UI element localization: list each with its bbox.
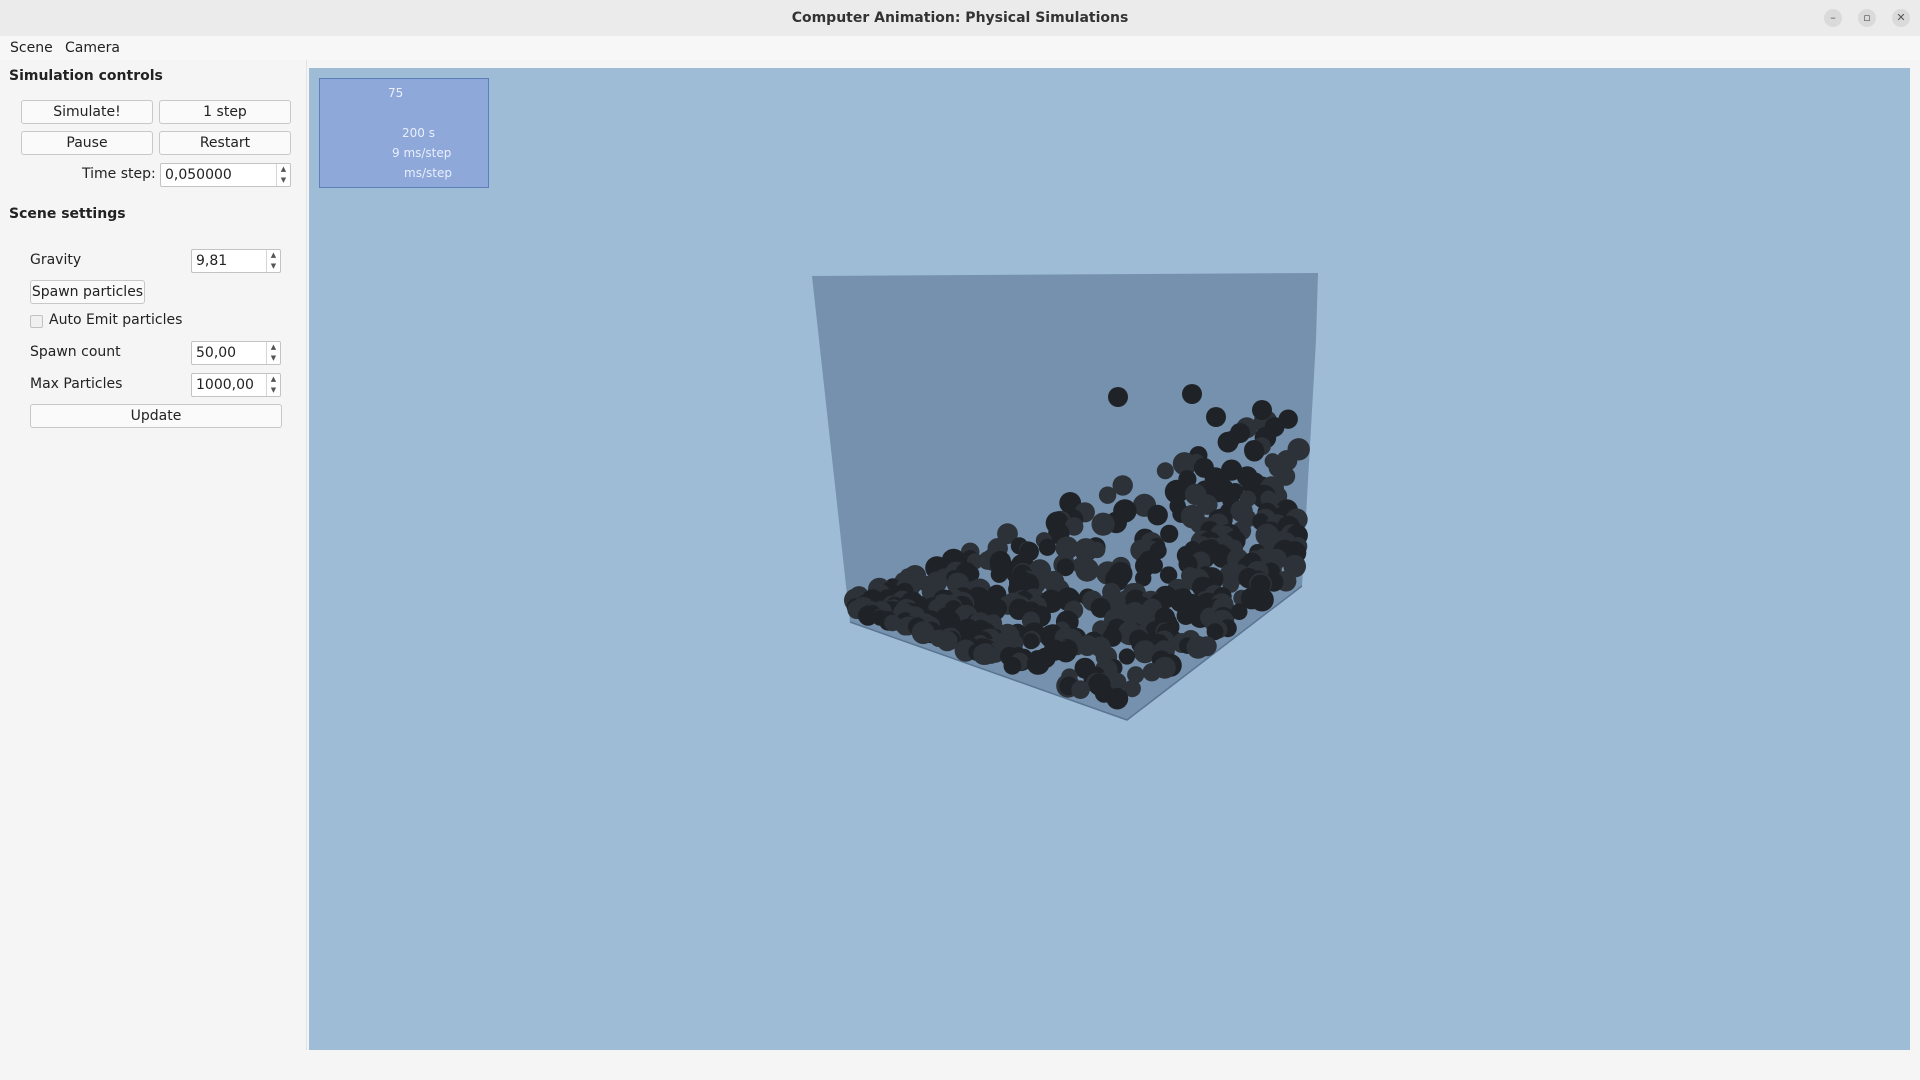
simulate-button[interactable]: Simulate! bbox=[21, 100, 153, 124]
particle bbox=[1003, 656, 1022, 675]
title-bar: Computer Animation: Physical Simulations… bbox=[0, 0, 1920, 37]
timestep-value: 0,050000 bbox=[165, 167, 232, 183]
particle-scene bbox=[812, 273, 1318, 721]
max-particles-spinbox[interactable]: 1000,00 ▲ ▼ bbox=[191, 373, 281, 397]
spawn-count-stepper-icon[interactable]: ▲ ▼ bbox=[266, 342, 280, 364]
particle bbox=[1142, 663, 1161, 682]
auto-emit-label: Auto Emit particles bbox=[49, 312, 183, 328]
particle bbox=[1038, 538, 1056, 556]
particle bbox=[990, 565, 1008, 583]
auto-emit-checkbox[interactable] bbox=[30, 315, 43, 328]
particle bbox=[1206, 407, 1226, 427]
particle bbox=[1028, 653, 1050, 675]
particle bbox=[1230, 423, 1250, 443]
particle bbox=[1055, 641, 1077, 663]
particle bbox=[982, 646, 1000, 664]
menu-camera[interactable]: Camera bbox=[63, 36, 122, 60]
control-panel: Simulation controls Simulate! 1 step Pau… bbox=[0, 60, 307, 1050]
timestep-spinbox[interactable]: 0,050000 ▲ ▼ bbox=[160, 163, 291, 187]
max-particles-stepper-icon[interactable]: ▲ ▼ bbox=[266, 374, 280, 396]
menu-scene[interactable]: Scene bbox=[8, 36, 55, 60]
particle bbox=[1022, 633, 1040, 650]
gravity-spinbox[interactable]: 9,81 ▲ ▼ bbox=[191, 249, 281, 273]
particle bbox=[1147, 504, 1168, 526]
simulation-controls-title: Simulation controls bbox=[9, 68, 163, 84]
gravity-stepper-icon[interactable]: ▲ ▼ bbox=[266, 250, 280, 272]
particle bbox=[1098, 486, 1117, 504]
spawn-count-value: 50,00 bbox=[196, 345, 237, 361]
timestep-stepper-icon[interactable]: ▲ ▼ bbox=[276, 164, 290, 186]
minimize-icon[interactable]: – bbox=[1824, 9, 1842, 27]
particle bbox=[936, 630, 958, 652]
window-title: Computer Animation: Physical Simulations bbox=[791, 10, 1129, 26]
update-button[interactable]: Update bbox=[30, 404, 282, 428]
particle bbox=[1075, 558, 1099, 582]
particle bbox=[1182, 384, 1202, 404]
status-bar bbox=[0, 1050, 1920, 1080]
particle bbox=[1252, 400, 1272, 420]
particle bbox=[1106, 687, 1129, 710]
gravity-value: 9,81 bbox=[196, 253, 228, 269]
spawn-count-label: Spawn count bbox=[30, 344, 121, 360]
particle bbox=[1160, 524, 1179, 543]
max-particles-value: 1000,00 bbox=[196, 377, 254, 393]
menu-bar: Scene Camera bbox=[0, 36, 1920, 60]
max-particles-label: Max Particles bbox=[30, 376, 123, 392]
particle bbox=[1250, 587, 1274, 612]
timestep-label: Time step: bbox=[82, 166, 156, 182]
gravity-label: Gravity bbox=[30, 252, 82, 268]
particle bbox=[1091, 512, 1115, 536]
one-step-button[interactable]: 1 step bbox=[159, 100, 291, 124]
pause-button[interactable]: Pause bbox=[21, 131, 153, 155]
spawn-particles-button[interactable]: Spawn particles bbox=[30, 280, 145, 304]
spawn-count-spinbox[interactable]: 50,00 ▲ ▼ bbox=[191, 341, 281, 365]
close-icon[interactable]: ✕ bbox=[1892, 9, 1910, 27]
simulation-viewport[interactable]: 75 200 s 9 ms/step ms/step bbox=[309, 68, 1910, 1050]
particle bbox=[1108, 387, 1128, 407]
particle bbox=[1118, 648, 1135, 665]
particle bbox=[1186, 635, 1210, 659]
scene-settings-title: Scene settings bbox=[9, 206, 126, 222]
restart-button[interactable]: Restart bbox=[159, 131, 291, 155]
particle bbox=[1244, 440, 1264, 460]
maximize-icon[interactable]: ▫ bbox=[1858, 9, 1876, 27]
particle bbox=[1071, 680, 1090, 699]
particle bbox=[1156, 462, 1174, 480]
